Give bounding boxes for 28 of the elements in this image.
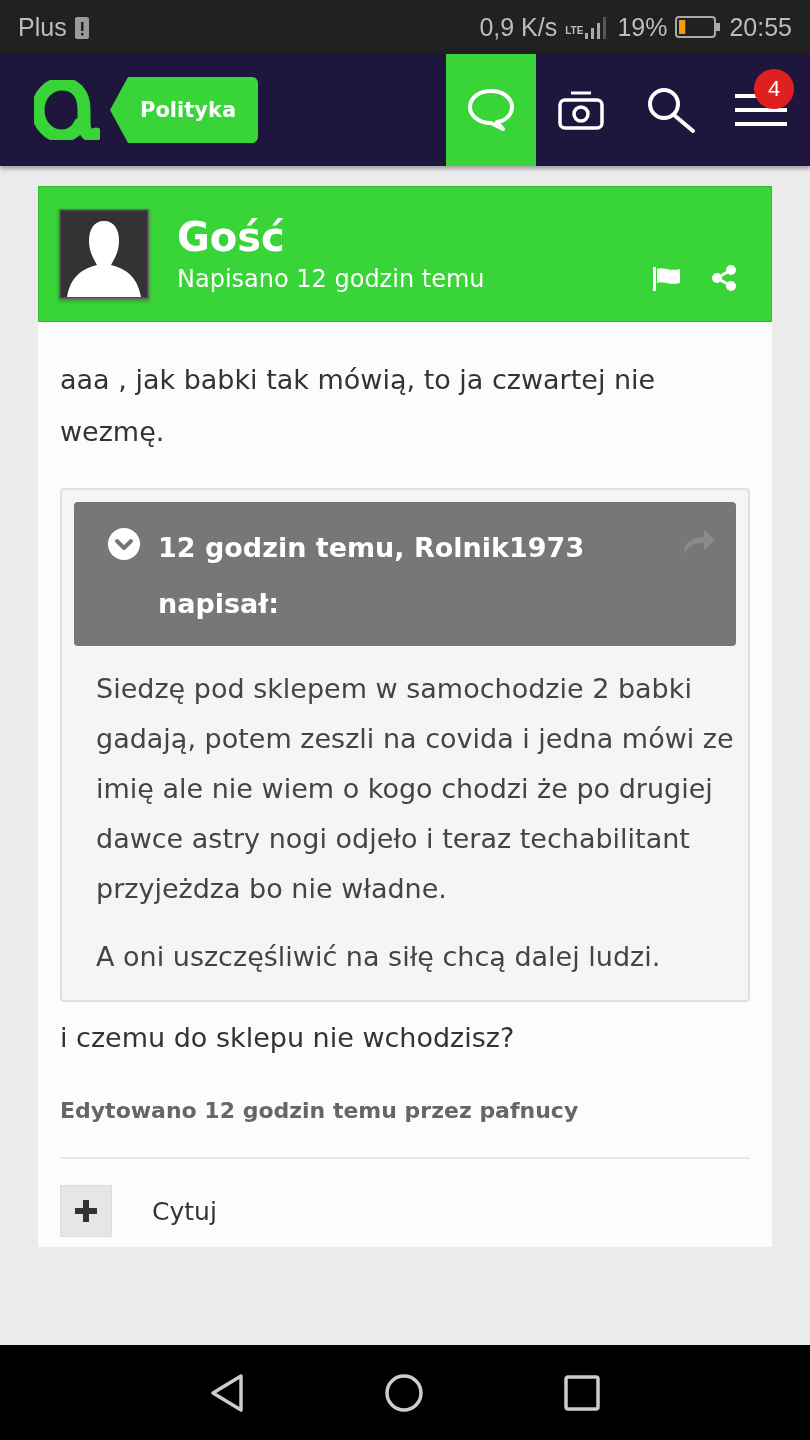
post-text: i czemu do sklepu nie wchodzisz? bbox=[60, 1021, 516, 1055]
chat-bubble-icon bbox=[467, 88, 515, 132]
menu-button[interactable]: 4 bbox=[716, 54, 806, 166]
plus-icon bbox=[75, 1200, 97, 1222]
network-speed: 0,9 K/s bbox=[479, 12, 558, 42]
network-type: LTE bbox=[565, 24, 584, 36]
multiquote-button[interactable] bbox=[60, 1185, 112, 1237]
clock: 20:55 bbox=[729, 12, 792, 42]
search-icon bbox=[646, 86, 696, 134]
chevron-down-icon[interactable] bbox=[108, 528, 140, 560]
post-text: aaa , jak babki tak mówią, to ja czwartej nie wezmę. bbox=[60, 363, 657, 449]
post-time: Napisano 12 godzin temu bbox=[177, 265, 486, 293]
quote-text: A oni uszczęśliwić na siłę chcą dalej ludzi. bbox=[96, 940, 662, 974]
quote-attribution: 12 godzin temu, Rolnik1973 napisał: bbox=[158, 531, 586, 621]
home-icon[interactable] bbox=[384, 1372, 424, 1413]
carrier-name: Plus bbox=[18, 12, 67, 42]
notification-badge: 4 bbox=[754, 69, 794, 109]
avatar[interactable] bbox=[59, 209, 149, 299]
recents-icon[interactable] bbox=[564, 1374, 600, 1411]
sim-alert-icon bbox=[74, 15, 89, 39]
logo-icon[interactable] bbox=[34, 80, 100, 140]
quote-link[interactable]: Cytuj bbox=[152, 1196, 217, 1226]
battery-icon bbox=[675, 15, 722, 39]
quote-text: Siedzę pod sklepem w samochodzie 2 babki gadają, potem zeszli na covida i jedna mówi ze imię ale nie wiem o kogo chodzi że po drugiej dawce astry nogi odjeło i teraz techabilitant przyjeżdza bo nie władne. bbox=[96, 672, 735, 906]
edit-note: Edytowano 12 godzin temu przez pafnucy bbox=[60, 1098, 580, 1123]
camera-icon bbox=[558, 90, 604, 130]
battery-percent: 19% bbox=[617, 12, 668, 42]
back-icon[interactable] bbox=[210, 1372, 244, 1413]
